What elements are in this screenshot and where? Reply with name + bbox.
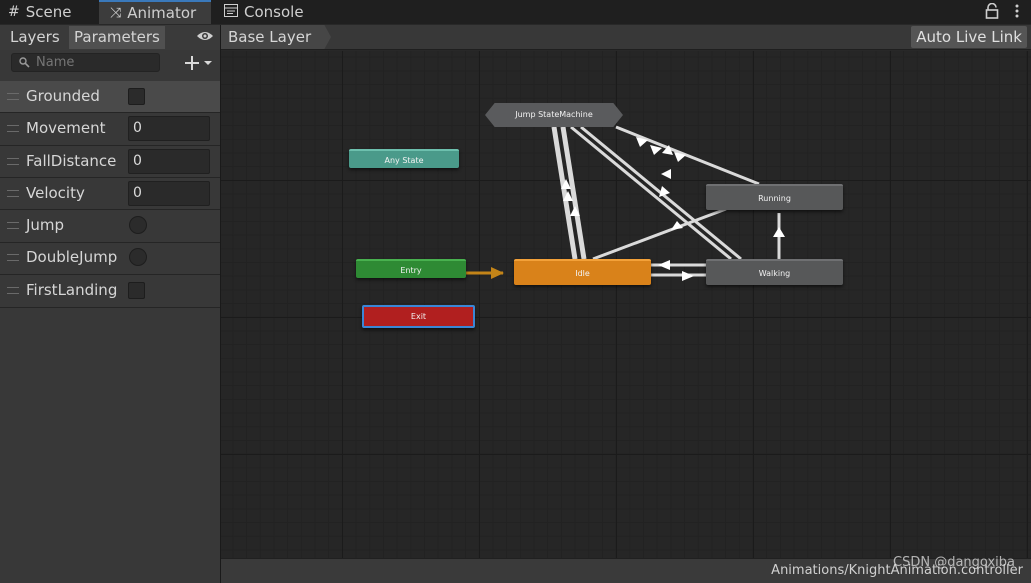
transition-arrowhead: [661, 169, 671, 179]
lock-icon[interactable]: [985, 3, 999, 19]
parameter-name: FallDistance: [26, 152, 117, 170]
node-walking[interactable]: Walking: [706, 259, 843, 285]
transition-arrowhead: [658, 260, 670, 270]
row-divider: [0, 307, 220, 308]
node-idle[interactable]: Idle: [514, 259, 651, 285]
parameter-search-field[interactable]: [11, 53, 160, 72]
parameter-row-firstlanding[interactable]: FirstLanding: [0, 275, 220, 307]
breadcrumb-base-layer[interactable]: Base Layer: [221, 25, 331, 49]
eye-icon[interactable]: [196, 29, 214, 43]
parameter-name: Movement: [26, 119, 106, 137]
doublejump-trigger-toggle[interactable]: [129, 248, 147, 266]
search-icon: [19, 57, 30, 68]
transition-arrowhead: [682, 271, 694, 281]
dropdown-arrow-icon: [204, 61, 212, 65]
add-parameter-button[interactable]: [183, 53, 215, 73]
parameter-name: Velocity: [26, 184, 85, 202]
drag-handle-icon[interactable]: [7, 222, 19, 229]
tab-label: Scene: [25, 3, 72, 21]
parameter-row-falldistance[interactable]: FallDistance 0: [0, 146, 220, 178]
parameter-name: DoubleJump: [26, 248, 118, 266]
tab-animator[interactable]: ⤨ Animator: [99, 0, 211, 24]
drag-handle-icon[interactable]: [7, 287, 19, 294]
node-running[interactable]: Running: [706, 184, 843, 210]
transition-arrowhead: [773, 227, 785, 237]
animator-icon: ⤨: [110, 5, 122, 21]
plus-icon: [185, 56, 199, 70]
node-jump-statemachine[interactable]: Jump StateMachine: [485, 103, 623, 127]
more-options-icon[interactable]: [1015, 4, 1019, 18]
parameter-row-velocity[interactable]: Velocity 0: [0, 178, 220, 210]
state-machine-graph[interactable]: Any State Entry Exit Idle Walking Runnin…: [221, 51, 1031, 558]
node-entry[interactable]: Entry: [356, 259, 466, 278]
console-icon: [224, 3, 238, 21]
drag-handle-icon[interactable]: [7, 190, 19, 197]
parameters-panel: Layers Parameters Grounded Movement 0: [0, 25, 220, 583]
tab-parameters[interactable]: Parameters: [69, 26, 165, 49]
parameter-name: Jump: [26, 216, 65, 234]
parameter-row-doublejump[interactable]: DoubleJump: [0, 242, 220, 274]
drag-handle-icon[interactable]: [7, 158, 19, 165]
grounded-checkbox[interactable]: [128, 88, 145, 105]
watermark-text: CSDN @dangoxiba: [893, 555, 1015, 570]
auto-live-link-button[interactable]: Auto Live Link: [911, 26, 1027, 48]
parameter-row-jump[interactable]: Jump: [0, 210, 220, 242]
node-any-state[interactable]: Any State: [349, 149, 459, 168]
transition-arrowhead: [650, 145, 662, 155]
parameter-name: Grounded: [26, 87, 100, 105]
parameter-name: FirstLanding: [26, 281, 118, 299]
firstlanding-checkbox[interactable]: [128, 282, 145, 299]
transition-arrows: [466, 125, 785, 281]
transition-idle-running: [592, 207, 727, 261]
drag-handle-icon[interactable]: [7, 125, 19, 132]
grid-icon: #: [8, 4, 20, 20]
drag-handle-icon[interactable]: [7, 254, 19, 261]
drag-handle-icon[interactable]: [7, 93, 19, 100]
movement-value-field[interactable]: 0: [128, 116, 210, 141]
falldistance-value-field[interactable]: 0: [128, 149, 210, 174]
graph-toolbar: Base Layer Auto Live Link: [221, 25, 1031, 50]
tab-scene[interactable]: # Scene: [8, 0, 98, 24]
tab-label: Console: [244, 3, 304, 21]
parameter-row-movement[interactable]: Movement 0: [0, 113, 220, 145]
parameter-row-grounded[interactable]: Grounded: [0, 81, 220, 113]
tab-layers[interactable]: Layers: [5, 26, 65, 49]
transition-arrowhead: [491, 267, 504, 279]
tab-label: Animator: [127, 4, 197, 22]
jump-trigger-toggle[interactable]: [129, 216, 147, 234]
tab-console[interactable]: Console: [224, 0, 324, 24]
panel-tabs: Layers Parameters: [0, 25, 220, 50]
search-input[interactable]: [36, 54, 156, 71]
transition-idle-jump: [551, 126, 576, 260]
node-exit[interactable]: Exit: [362, 305, 475, 328]
velocity-value-field[interactable]: 0: [128, 181, 210, 206]
window-tab-bar: # Scene ⤨ Animator Console: [0, 0, 1031, 24]
